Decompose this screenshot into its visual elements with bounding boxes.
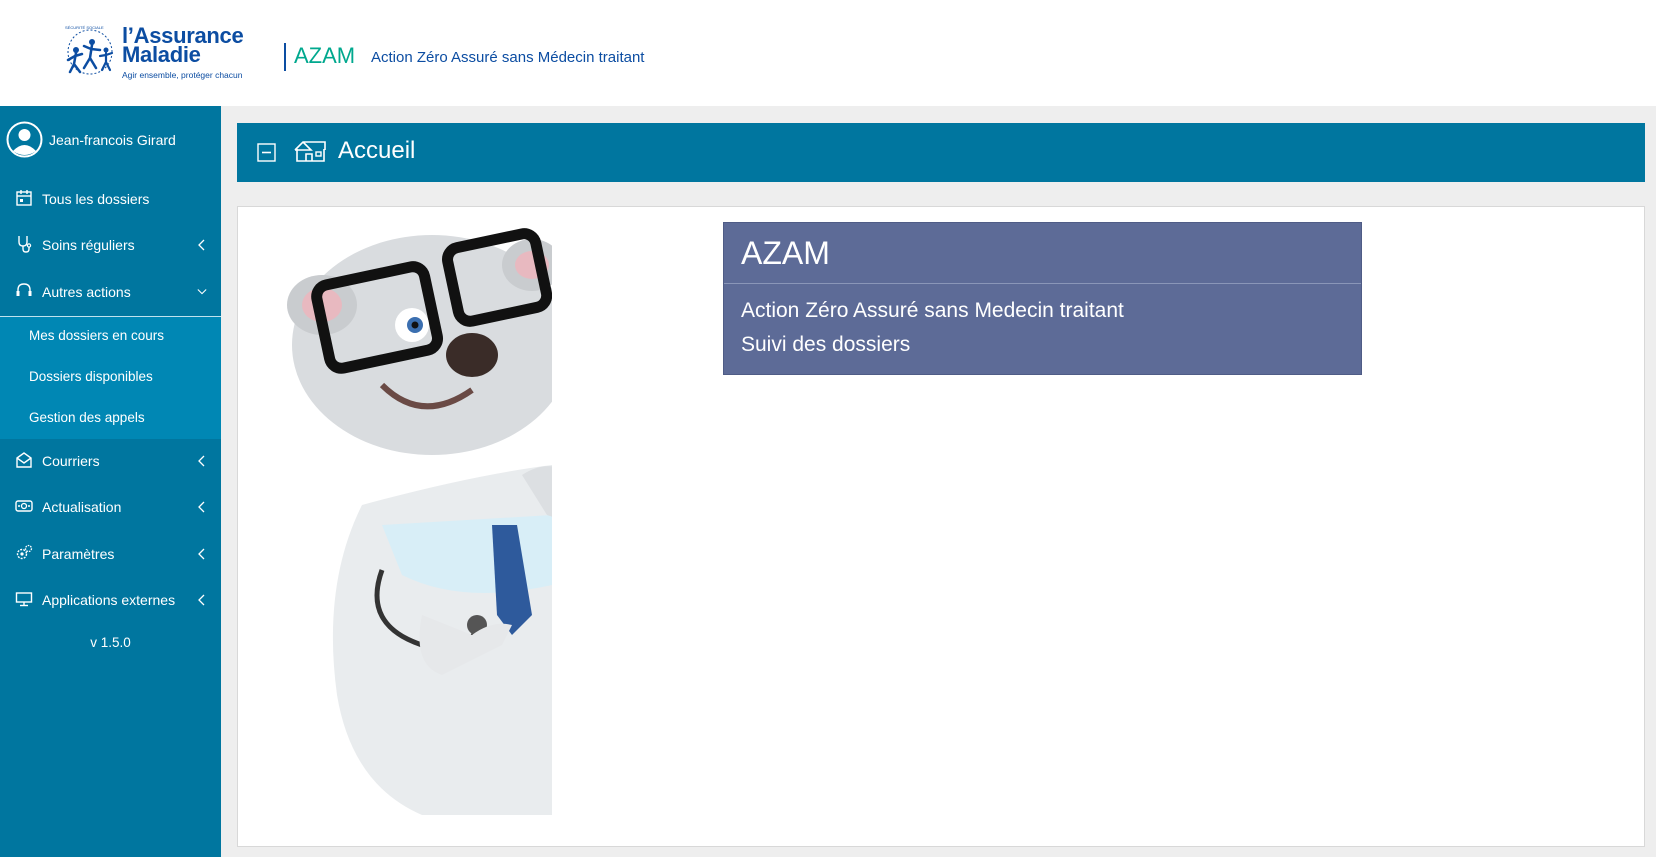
submenu-item-dossiers-disponibles[interactable]: Dossiers disponibles [0, 358, 221, 396]
user-avatar-icon [6, 121, 43, 158]
submenu-item-gestion-des-appels[interactable]: Gestion des appels [0, 399, 221, 437]
sidebar: Jean-francois Girard Tous les dossiers S… [0, 106, 221, 857]
sidebar-item-soins-reguliers[interactable]: Soins réguliers [0, 223, 221, 267]
refresh-icon [15, 500, 33, 512]
sidebar-item-tous-les-dossiers[interactable]: Tous les dossiers [0, 177, 221, 221]
chevron-left-icon [198, 594, 205, 606]
sidebar-item-parametres[interactable]: Paramètres [0, 532, 221, 576]
sidebar-item-label: Paramètres [42, 546, 115, 562]
sidebar-item-label: Applications externes [42, 592, 176, 608]
info-box-title: AZAM [741, 235, 830, 271]
sidebar-item-applications-externes[interactable]: Applications externes [0, 578, 221, 622]
logo-wordmark: l’Assurance Maladie [122, 25, 244, 66]
sidebar-item-label: Autres actions [42, 284, 131, 300]
stethoscope-icon [18, 236, 32, 253]
home-content-card: AZAM Action Zéro Assuré sans Medecin tra… [237, 206, 1645, 847]
sidebar-item-label: Actualisation [42, 499, 122, 515]
logo-figures-icon: SÉCURITÉ SOCIALE [65, 25, 114, 75]
sidebar-item-label: Soins réguliers [42, 237, 135, 253]
info-box-line-1: Action Zéro Assuré sans Medecin traitant [741, 299, 1124, 322]
chevron-left-icon [198, 548, 205, 560]
chevron-down-icon [197, 289, 207, 295]
app-info-box: AZAM Action Zéro Assuré sans Medecin tra… [723, 222, 1362, 375]
chevron-left-icon [198, 501, 205, 513]
monitor-icon [15, 592, 33, 607]
sidebar-item-autres-actions[interactable]: Autres actions [0, 270, 221, 314]
logo-tagline: Agir ensemble, protéger chacun [122, 70, 243, 80]
sidebar-item-label: Tous les dossiers [42, 191, 150, 207]
sidebar-item-actualisation[interactable]: Actualisation [0, 485, 221, 529]
headset-icon [16, 283, 32, 296]
chevron-left-icon [198, 455, 205, 467]
assurance-maladie-logo[interactable]: SÉCURITÉ SOCIALE l’Assurance Maladie Agi… [62, 20, 262, 82]
sidebar-item-label: Courriers [42, 453, 100, 469]
sidebar-item-courriers[interactable]: Courriers [0, 439, 221, 483]
app-version: v 1.5.0 [90, 635, 131, 650]
header-separator [284, 43, 286, 71]
submenu-item-label: Gestion des appels [29, 410, 145, 425]
page-header-bar: Accueil [237, 123, 1645, 182]
home-icon [294, 141, 326, 162]
autres-actions-submenu: Mes dossiers en cours Dossiers disponibl… [0, 316, 221, 439]
collapse-sidebar-button[interactable] [257, 143, 276, 162]
chevron-left-icon [198, 239, 205, 251]
page-title: Accueil [338, 137, 416, 164]
info-box-line-2: Suivi des dossiers [741, 333, 911, 356]
submenu-item-mes-dossiers-en-cours[interactable]: Mes dossiers en cours [0, 317, 221, 355]
user-profile[interactable]: Jean-francois Girard [6, 121, 216, 161]
calendar-icon [16, 190, 32, 206]
submenu-item-label: Mes dossiers en cours [29, 328, 165, 343]
logo-arc-text: SÉCURITÉ SOCIALE [65, 25, 104, 30]
gears-icon [16, 544, 33, 560]
submenu-item-label: Dossiers disponibles [29, 369, 153, 384]
app-name: AZAM [294, 43, 356, 68]
info-box-divider [724, 283, 1361, 284]
envelope-icon [16, 452, 32, 468]
doctor-bear-mascot-image [287, 225, 602, 825]
app-header: SÉCURITÉ SOCIALE l’Assurance Maladie Agi… [0, 0, 1656, 106]
app-subtitle: Action Zéro Assuré sans Médecin traitant [371, 49, 645, 66]
user-name: Jean-francois Girard [49, 132, 176, 148]
